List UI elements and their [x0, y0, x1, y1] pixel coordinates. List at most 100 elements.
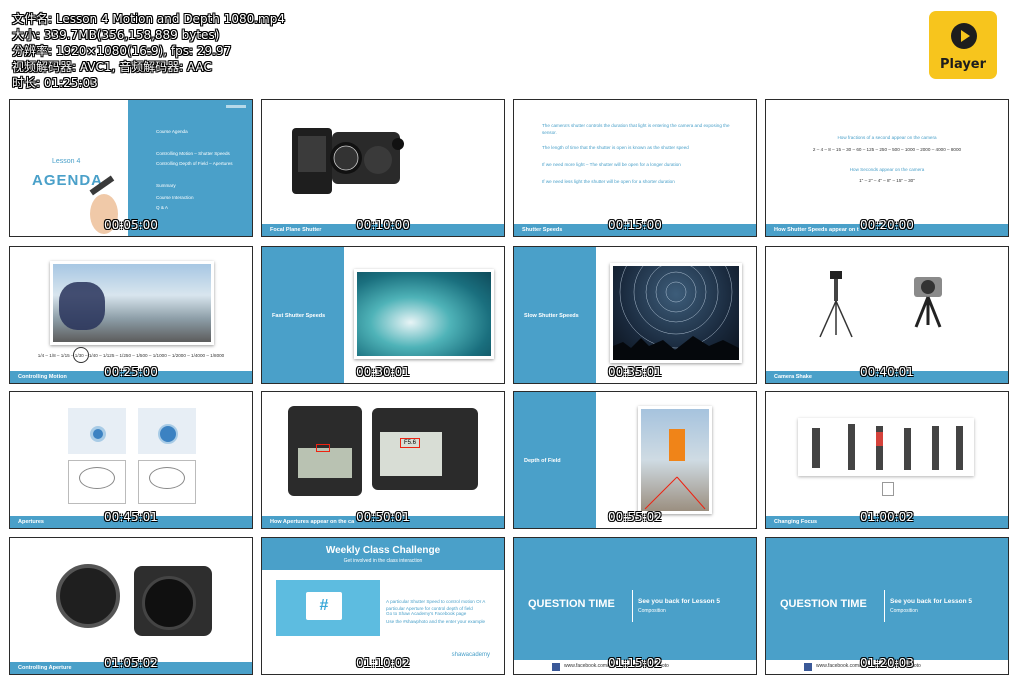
agenda-item: Summary	[156, 183, 176, 188]
surfer-photo	[354, 269, 494, 359]
thumbnail-6[interactable]: Fast Shutter Speeds 00:30:01	[261, 246, 505, 384]
logo-mark	[226, 105, 246, 108]
player-logo: Player	[929, 11, 997, 79]
agenda-item: Q & A	[156, 205, 168, 210]
seconds-heading: How Seconds appear on the camera	[849, 167, 925, 172]
challenge-bullet: Use the #shawphoto and the enter your ex…	[386, 619, 486, 624]
bullet-text: If we need less light the shutter will b…	[542, 179, 675, 184]
divider	[884, 590, 885, 622]
bullet-text: If we need more light – The shutter will…	[542, 162, 681, 167]
star-trails-icon	[613, 247, 739, 360]
dof-lines-icon	[644, 476, 706, 510]
highlight-circle	[73, 347, 89, 363]
thumbnail-5[interactable]: 1/4 – 1/8 – 1/15 – 1/30 – 1/40 – 1/125 –…	[9, 246, 253, 384]
file-duration: 时长: 01:25:03	[12, 76, 98, 90]
camera-dial-photo	[134, 566, 212, 636]
caption-bar: Focal Plane Shutter	[262, 224, 504, 236]
hashtag-image: #	[276, 580, 380, 636]
thumbnail-14[interactable]: Weekly Class Challenge Get involved in t…	[261, 537, 505, 675]
caption-bar: Apertures	[10, 516, 252, 528]
agenda-item: Course Agenda	[156, 129, 188, 134]
play-icon	[951, 23, 977, 49]
bullet-text: The length of time that the shutter is o…	[542, 145, 689, 150]
camera-screen: F5.6	[380, 432, 442, 476]
tripod-icon	[819, 271, 853, 338]
side-title: Fast Shutter Speeds	[272, 313, 326, 319]
eye-photo	[138, 408, 196, 454]
next-lesson: See you back for Lesson 5	[638, 598, 721, 605]
eye-diagram	[68, 460, 126, 504]
timestamp: 01:10:02	[356, 656, 410, 670]
agenda-panel: Course Agenda Controlling Motion – Shutt…	[128, 100, 252, 236]
file-info: 文件名: Lesson 4 Motion and Depth 1080.mp4 …	[12, 11, 285, 91]
caption-bar: Controlling Aperture	[10, 662, 252, 674]
facebook-icon	[804, 663, 812, 671]
file-resolution: 分辨率: 1920×1080(16:9), fps: 29.97	[12, 44, 232, 58]
bullet-text: The camera's shutter controls the durati…	[542, 123, 730, 135]
thumbnail-11[interactable]: Depth of Field 00:55:02	[513, 391, 757, 529]
thumbnail-8[interactable]: Camera Shake 00:40:01	[765, 246, 1009, 384]
shutter-mechanism-icon	[292, 128, 404, 194]
camera-back-photo: F5.6	[372, 408, 478, 490]
caption-bar: How Shutter Speeds appear on t	[766, 224, 1008, 236]
lesson-label: Lesson 4	[52, 158, 81, 165]
next-topic: Composition	[638, 608, 666, 614]
footer-text: www.facebook.com/shawacademy #shawphoto	[564, 663, 669, 669]
fractions-scale: 2 – 4 – 8 – 15 – 30 – 60 – 125 – 250 – 5…	[812, 147, 962, 152]
footer-text: www.facebook.com/shawacademy #shawphoto	[816, 663, 921, 669]
brand-logo: shawacademy	[451, 652, 490, 658]
fractions-heading: How fractions of a second appear on the …	[837, 135, 937, 140]
thumbnail-10[interactable]: F5.6 How Apertures appear on the ca 00:5…	[261, 391, 505, 529]
eye-diagram-icon	[149, 467, 185, 489]
highlight-box	[316, 444, 330, 452]
challenge-title: Weekly Class Challenge	[325, 545, 441, 556]
eye-diagram	[138, 460, 196, 504]
footer-bar: www.facebook.com/shawacademy #shawphoto	[766, 660, 1008, 674]
caption-bar: Camera Shake	[766, 371, 1008, 383]
depth-photo	[638, 406, 712, 514]
thumbnail-16[interactable]: QUESTION TIME See you back for Lesson 5 …	[765, 537, 1009, 675]
agenda-item: Controlling Motion – Shutter Speeds	[156, 151, 230, 156]
file-size: 大小: 339.7MB(356,158,889 bytes)	[12, 28, 220, 42]
thumbnail-12[interactable]: Changing Focus 01:00:02	[765, 391, 1009, 529]
side-title: Depth of Field	[524, 458, 561, 464]
thumbnail-9[interactable]: Apertures 00:45:01	[9, 391, 253, 529]
motion-photo	[50, 261, 214, 345]
footer-bar: www.facebook.com/shawacademy #shawphoto	[514, 660, 756, 674]
next-lesson: See you back for Lesson 5	[890, 598, 973, 605]
mode-dial-icon	[56, 564, 120, 628]
people-photo	[798, 418, 974, 476]
challenge-subtitle: Get involved in the class interaction	[343, 558, 423, 564]
caption-bar: How Apertures appear on the ca	[262, 516, 504, 528]
focus-point-icon	[882, 482, 894, 496]
shutter-scale: 1/4 – 1/8 – 1/15 – 1/30 – 1/40 – 1/125 –…	[37, 353, 225, 358]
challenge-bullet: Go to Shaw Academy's Facebook page	[386, 611, 467, 616]
thumbnail-1[interactable]: Course Agenda Controlling Motion – Shutt…	[9, 99, 253, 237]
thumbnail-3[interactable]: The camera's shutter controls the durati…	[513, 99, 757, 237]
thumbnail-7[interactable]: Slow Shutter Speeds 00:35:01	[513, 246, 757, 384]
question-time-title: QUESTION TIME	[780, 598, 867, 610]
file-codec: 视频解码器: AVC1, 音频解码器: AAC	[12, 60, 212, 74]
eye-icon	[158, 424, 178, 444]
star-trails-photo	[610, 247, 742, 363]
caption-bar: Shutter Speeds	[514, 224, 756, 236]
facebook-icon	[552, 663, 560, 671]
thumbnail-13[interactable]: Controlling Aperture 01:05:02	[9, 537, 253, 675]
question-time-title: QUESTION TIME	[528, 598, 615, 610]
motorcycle-blur	[59, 282, 105, 330]
hand-drawing-icon	[89, 175, 118, 234]
file-name: 文件名: Lesson 4 Motion and Depth 1080.mp4	[12, 12, 285, 26]
people-figures-icon	[812, 424, 963, 470]
caption-bar: Changing Focus	[766, 516, 1008, 528]
thumbnail-2[interactable]: Focal Plane Shutter 00:10:00	[261, 99, 505, 237]
hashtag-icon: #	[306, 592, 342, 620]
thumbnail-4[interactable]: How fractions of a second appear on the …	[765, 99, 1009, 237]
player-logo-text: Player	[939, 57, 987, 72]
side-title: Slow Shutter Speeds	[524, 313, 579, 319]
aperture-value: F5.6	[400, 438, 420, 448]
thumbnail-15[interactable]: QUESTION TIME See you back for Lesson 5 …	[513, 537, 757, 675]
mode-dial-closeup-icon	[142, 576, 196, 630]
caption-bar: Controlling Motion	[10, 371, 252, 383]
next-topic: Composition	[890, 608, 918, 614]
eye-diagram-icon	[79, 467, 115, 489]
